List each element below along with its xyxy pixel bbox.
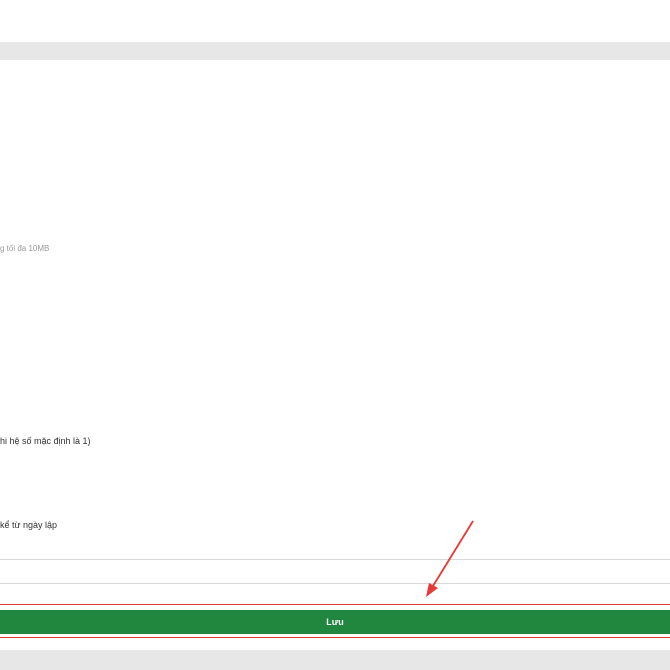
date-input-field[interactable]: [0, 559, 670, 584]
date-label: kể từ ngày lập: [0, 520, 58, 530]
save-button[interactable]: Lưu: [0, 610, 670, 634]
top-divider-band: [0, 42, 670, 60]
top-area: [0, 0, 670, 42]
bottom-divider-band: [0, 650, 670, 670]
date-input[interactable]: [0, 560, 670, 583]
save-button-label: Lưu: [326, 617, 344, 627]
file-size-hint: g tối đa 10MB: [0, 244, 50, 253]
coefficient-label: hi hệ số mặc định là 1): [0, 436, 91, 446]
